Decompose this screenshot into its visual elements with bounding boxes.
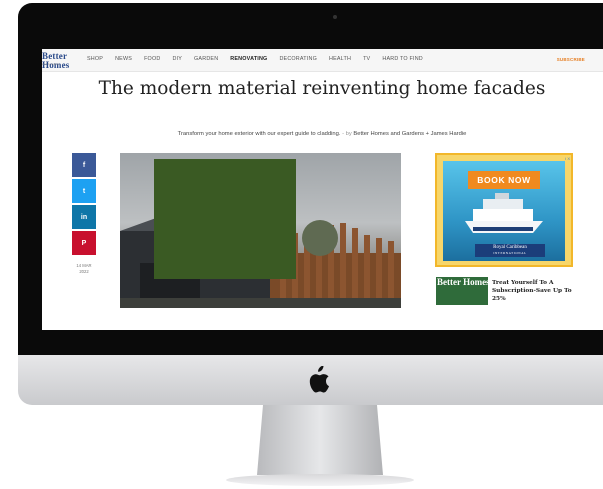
nav-item-decorating[interactable]: DECORATING: [279, 56, 317, 62]
subscribe-link[interactable]: SUBSCRIBE: [557, 57, 585, 62]
pinterest-icon: P: [81, 239, 87, 247]
apple-logo-icon: [309, 366, 329, 393]
linkedin-share-button[interactable]: in: [72, 205, 96, 229]
nav-item-hard-to-find[interactable]: HARD TO FIND: [382, 56, 423, 62]
linkedin-icon: in: [80, 213, 88, 221]
placeholder-block: [154, 159, 296, 279]
article-headline: The modern material reinventing home fac…: [98, 78, 546, 99]
ad-close-icon[interactable]: i X: [565, 156, 570, 161]
advertisement[interactable]: i X BOOK NOW Royal Caribbean INTERNATION…: [435, 153, 573, 267]
pinterest-share-button[interactable]: P: [72, 231, 96, 255]
ad-brand-name: Royal Caribbean: [493, 245, 527, 250]
standfirst-text: Transform your home exterior with our ex…: [177, 131, 341, 137]
nav-item-diy[interactable]: DIY: [172, 56, 182, 62]
nav-item-news[interactable]: NEWS: [115, 56, 132, 62]
nav-item-tv[interactable]: TV: [363, 56, 370, 62]
publish-date-year: 2022: [79, 269, 89, 274]
hero-image: [120, 153, 401, 308]
facebook-share-button[interactable]: f: [72, 153, 96, 177]
nav-item-shop[interactable]: SHOP: [87, 56, 103, 62]
monitor-stand: [257, 405, 383, 475]
twitter-share-button[interactable]: t: [72, 179, 96, 203]
ad-brand-logo: Royal Caribbean INTERNATIONAL: [475, 244, 545, 257]
publish-date: 14 MAR 2022: [72, 263, 96, 275]
logo-text: Better Homes: [42, 51, 70, 70]
camera-icon: [333, 15, 337, 19]
ad-image: BOOK NOW Royal Caribbean INTERNATIONAL: [443, 161, 565, 261]
monitor-foot: [226, 474, 414, 486]
article-standfirst: Transform your home exterior with our ex…: [82, 131, 562, 137]
nav-item-food[interactable]: FOOD: [144, 56, 160, 62]
nav-item-renovating[interactable]: RENOVATING: [230, 56, 267, 62]
twitter-icon: t: [82, 187, 86, 195]
byline[interactable]: Better Homes and Gardens + James Hardie: [353, 131, 466, 137]
ad-brand-sub: INTERNATIONAL: [493, 251, 527, 255]
nav-item-garden[interactable]: GARDEN: [194, 56, 218, 62]
magazine-title: Better Homes: [437, 277, 490, 287]
nav-items: SHOP NEWS FOOD DIY GARDEN RENOVATING DECORATIN…: [87, 56, 435, 62]
byline-prefix: - by: [342, 131, 352, 137]
site-nav: Better Homes and Gardens SHOP NEWS FOOD DIY…: [42, 49, 603, 72]
facebook-icon: f: [82, 161, 86, 169]
subscription-promo-link[interactable]: Treat Yourself To A Subscription-Save Up…: [492, 279, 587, 303]
nav-item-health[interactable]: HEALTH: [329, 56, 351, 62]
logo-subtext: and Gardens: [42, 62, 60, 66]
site-logo[interactable]: Better Homes and Gardens: [42, 51, 70, 70]
browser-screen: Better Homes and Gardens SHOP NEWS FOOD DIY…: [42, 49, 603, 330]
